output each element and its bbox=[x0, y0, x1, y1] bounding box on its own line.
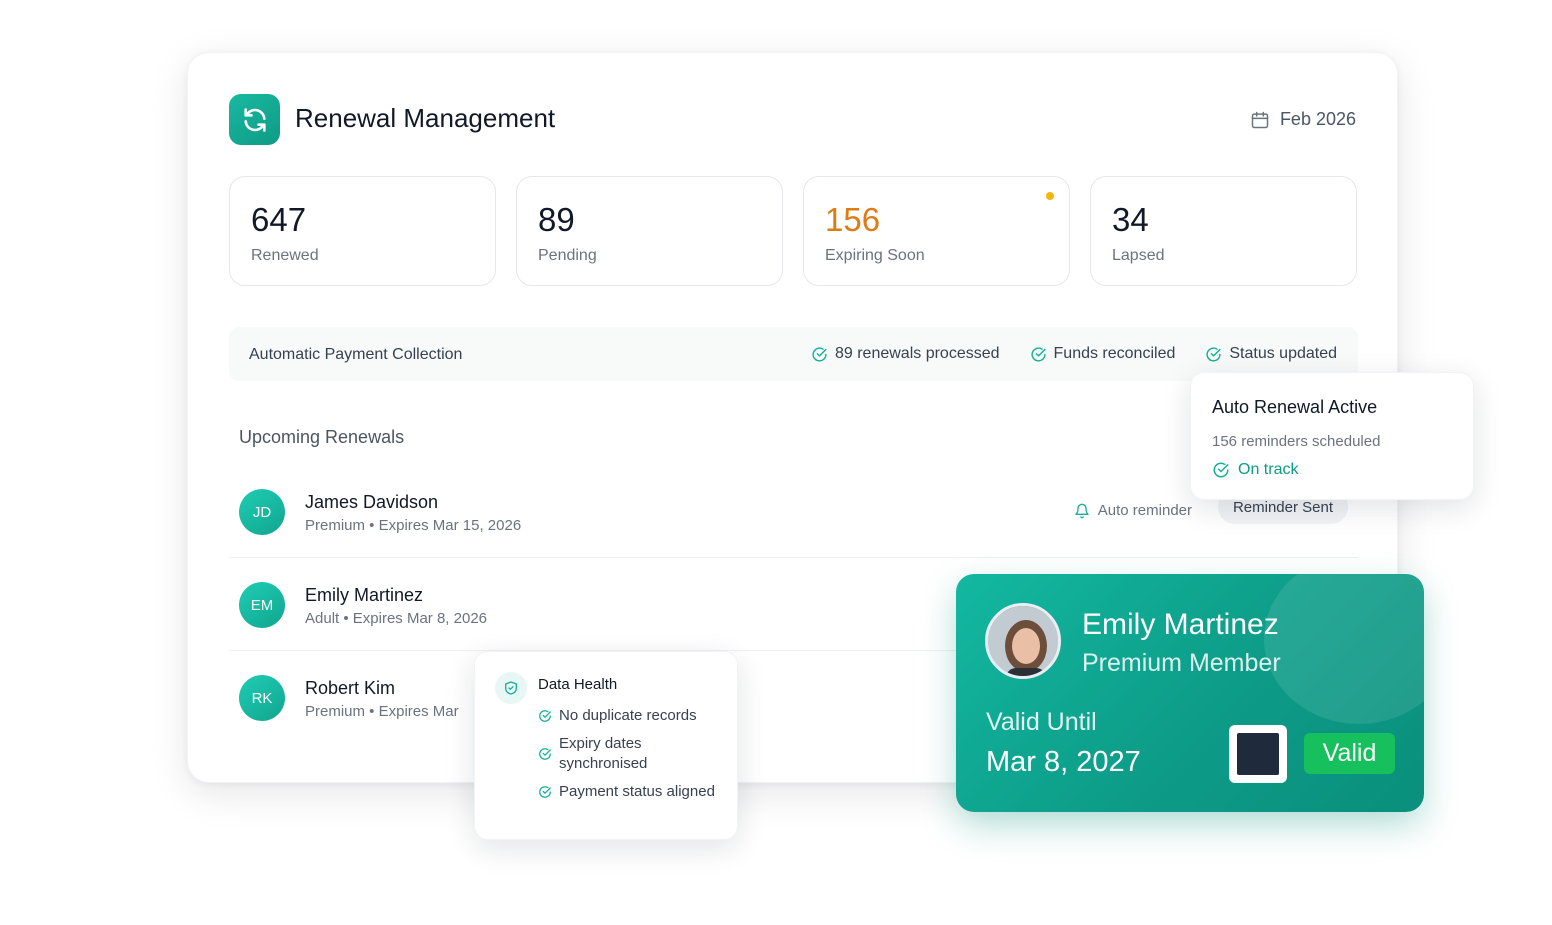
page-title: Renewal Management bbox=[295, 103, 556, 133]
membership-card[interactable]: Emily Martinez Premium Member Valid Unti… bbox=[956, 574, 1424, 812]
check-circle-icon bbox=[812, 346, 827, 362]
data-health-item: Expiry dates synchronised bbox=[538, 734, 728, 774]
valid-status-badge: Valid bbox=[1304, 733, 1395, 774]
stat-value: 89 bbox=[538, 201, 575, 238]
qr-code-icon[interactable] bbox=[1229, 725, 1287, 783]
stat-card-pending[interactable]: 89 Pending bbox=[516, 176, 783, 286]
auto-renewal-title: Auto Renewal Active bbox=[1212, 397, 1378, 417]
check-circle-icon bbox=[539, 710, 551, 722]
member-meta: Adult • Expires Mar 8, 2026 bbox=[305, 610, 488, 627]
auto-renewal-card: Auto Renewal Active 156 reminders schedu… bbox=[1190, 372, 1474, 500]
stat-label: Lapsed bbox=[1112, 247, 1165, 264]
member-meta: Premium • Expires Mar 15, 2026 bbox=[305, 517, 522, 534]
data-health-item: Payment status aligned bbox=[538, 782, 728, 802]
stat-label: Renewed bbox=[251, 247, 319, 264]
check-circle-icon bbox=[1206, 346, 1221, 362]
decorative-circle bbox=[1264, 574, 1424, 724]
data-health-card: Data Health No duplicate records Expiry … bbox=[474, 651, 738, 840]
section-title-upcoming: Upcoming Renewals bbox=[239, 427, 405, 447]
payment-title: Automatic Payment Collection bbox=[249, 346, 463, 363]
member-name: Emily Martinez bbox=[305, 585, 424, 605]
check-circle-icon bbox=[1213, 462, 1229, 478]
auto-renewal-status: On track bbox=[1212, 461, 1298, 479]
member-photo bbox=[985, 603, 1061, 679]
avatar: JD bbox=[239, 489, 285, 535]
member-name: James Davidson bbox=[305, 492, 439, 512]
payment-collection-bar: Automatic Payment Collection 89 renewals… bbox=[229, 327, 1358, 381]
member-card-tier: Premium Member bbox=[1082, 649, 1281, 677]
check-circle-icon bbox=[1030, 346, 1046, 362]
stat-card-expiring-soon[interactable]: 156 Expiring Soon bbox=[803, 176, 1070, 286]
date-selector[interactable]: Feb 2026 bbox=[1250, 109, 1356, 130]
valid-until-date: Mar 8, 2027 bbox=[986, 746, 1141, 778]
member-card-name: Emily Martinez bbox=[1082, 608, 1279, 641]
shield-check-icon bbox=[495, 672, 527, 704]
auto-renewal-subtitle: 156 reminders scheduled bbox=[1212, 433, 1381, 450]
payment-status-item: Status updated bbox=[1205, 345, 1337, 363]
auto-reminder: Auto reminder bbox=[1074, 502, 1192, 519]
stat-label: Expiring Soon bbox=[825, 247, 925, 264]
data-health-item: No duplicate records bbox=[538, 706, 728, 726]
payment-status-item: Funds reconciled bbox=[1030, 345, 1175, 363]
stat-card-renewed[interactable]: 647 Renewed bbox=[229, 176, 496, 286]
check-circle-icon bbox=[539, 786, 551, 798]
valid-until-label: Valid Until bbox=[986, 708, 1097, 736]
date-label: Feb 2026 bbox=[1279, 109, 1356, 129]
payment-status-item: 89 renewals processed bbox=[811, 345, 1000, 363]
stat-value: 156 bbox=[825, 201, 881, 238]
data-health-title: Data Health bbox=[538, 676, 618, 693]
avatar: EM bbox=[239, 582, 285, 628]
bell-icon bbox=[1075, 503, 1089, 518]
avatar: RK bbox=[239, 675, 285, 721]
member-meta: Premium • Expires Mar bbox=[305, 703, 459, 720]
stat-value: 34 bbox=[1112, 201, 1149, 238]
alert-dot bbox=[1046, 192, 1054, 200]
stat-label: Pending bbox=[538, 247, 597, 264]
stat-value: 647 bbox=[251, 201, 307, 238]
check-circle-icon bbox=[539, 748, 551, 760]
member-name: Robert Kim bbox=[305, 678, 396, 698]
renewal-row[interactable]: JD James Davidson Premium • Expires Mar … bbox=[229, 465, 1358, 558]
refresh-icon bbox=[229, 94, 280, 145]
stat-card-lapsed[interactable]: 34 Lapsed bbox=[1090, 176, 1357, 286]
calendar-icon bbox=[1251, 111, 1269, 128]
